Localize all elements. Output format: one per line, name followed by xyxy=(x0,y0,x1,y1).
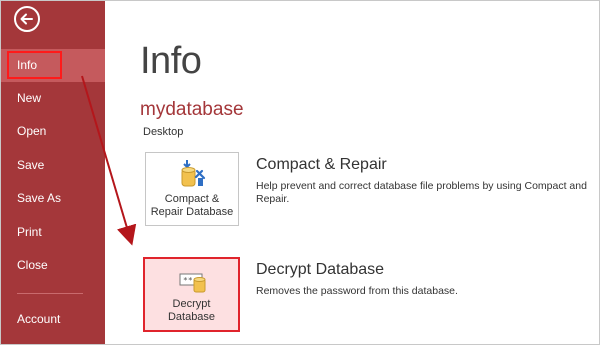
backstage-sidebar: Info New Open Save Save As Print Close A… xyxy=(1,1,105,344)
sidebar-item-save-as[interactable]: Save As xyxy=(1,182,105,215)
page-title: Info xyxy=(140,40,202,82)
compact-repair-button[interactable]: Compact & Repair Database xyxy=(145,152,239,226)
sidebar-item-label: Account xyxy=(17,312,61,326)
sidebar-item-close[interactable]: Close xyxy=(1,249,105,282)
database-location: Desktop xyxy=(143,126,184,138)
database-name: mydatabase xyxy=(140,99,244,120)
decrypt-database-title: Decrypt Database xyxy=(256,261,385,278)
sidebar-item-label: Print xyxy=(17,225,42,239)
main-panel: Info mydatabase Desktop Compact & Repair… xyxy=(106,0,600,345)
sidebar-item-account[interactable]: Account xyxy=(1,303,105,336)
svg-text:**: ** xyxy=(183,276,193,285)
info-highlight-box xyxy=(7,51,62,79)
sidebar-item-save[interactable]: Save xyxy=(1,149,105,182)
compact-repair-icon xyxy=(179,159,207,193)
compact-repair-label: Compact & Repair Database xyxy=(150,193,234,218)
sidebar-item-label: Save xyxy=(17,158,45,172)
compact-repair-title: Compact & Repair xyxy=(256,156,387,173)
back-arrow-icon[interactable] xyxy=(14,6,40,32)
sidebar-item-print[interactable]: Print xyxy=(1,216,105,249)
sidebar-item-label: New xyxy=(17,91,42,105)
sidebar-divider xyxy=(17,293,83,294)
decrypt-database-label: Decrypt Database xyxy=(167,298,216,323)
sidebar-item-open[interactable]: Open xyxy=(1,115,105,148)
sidebar-item-label: Close xyxy=(17,258,48,272)
sidebar-item-label: Save As xyxy=(17,191,62,205)
sidebar-item-new[interactable]: New xyxy=(1,82,105,115)
decrypt-database-button[interactable]: ** Decrypt Database xyxy=(143,257,240,332)
compact-repair-description: Help prevent and correct database file p… xyxy=(256,180,587,205)
decrypt-icon: ** xyxy=(179,269,207,297)
sidebar-item-label: Open xyxy=(17,124,47,138)
decrypt-database-description: Removes the password from this database. xyxy=(256,285,458,297)
